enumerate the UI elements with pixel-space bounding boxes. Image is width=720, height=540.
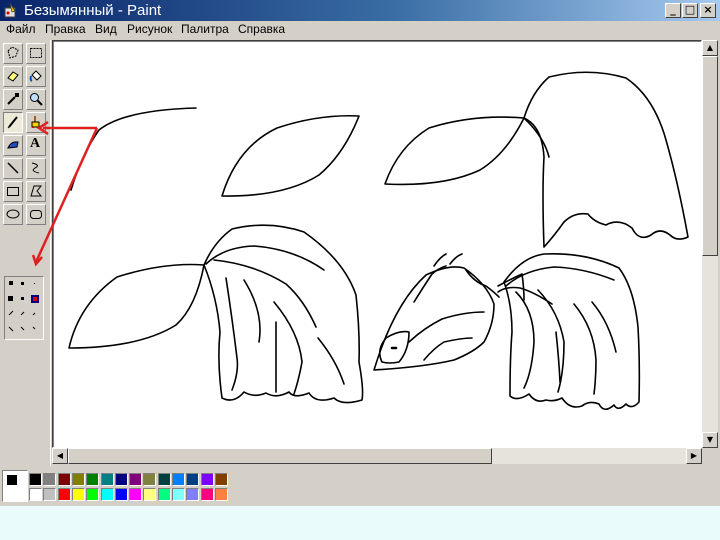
palette-swatch[interactable] [43,473,57,486]
palette-swatch[interactable] [186,488,200,501]
paint-app-icon [4,2,16,18]
palette-swatch[interactable] [214,473,228,486]
palette-swatch[interactable] [172,473,185,486]
minimize-button[interactable]: _ [665,3,681,18]
ellipse-icon [6,209,20,219]
palette-swatch[interactable] [200,473,214,486]
scroll-down-button[interactable]: ▼ [702,432,718,448]
palette-swatch[interactable] [29,473,42,486]
canvas-viewport [52,40,702,448]
palette-swatch[interactable] [71,473,85,486]
close-button[interactable]: × [700,3,716,18]
menu-image[interactable]: Рисунок [127,22,172,37]
color-palette [0,468,720,506]
scroll-left-button[interactable]: ◀ [52,448,68,464]
rectangle-icon [7,187,19,196]
palette-swatch[interactable] [157,488,171,501]
tool-free-select[interactable] [3,43,23,64]
tool-rect-select[interactable] [26,43,46,64]
palette-swatch[interactable] [29,488,42,501]
free-select-icon [7,46,19,59]
curve-icon [31,162,40,174]
palette-swatch[interactable] [157,473,171,486]
rounded-rectangle-icon [30,210,42,219]
tool-fill[interactable] [26,66,46,87]
palette-swatch[interactable] [114,488,128,501]
menu-palette[interactable]: Палитра [181,22,229,37]
tool-brush[interactable] [26,112,46,133]
brush-icon [31,116,40,128]
pencil-size-options [8,281,39,332]
primary-color [6,474,18,486]
vertical-scrollbar[interactable]: ▲ ▼ [702,40,718,448]
airbrush-icon [7,141,19,149]
magnifier-icon [30,93,43,106]
pencil-icon [7,116,18,129]
palette-swatch[interactable] [71,488,85,501]
palette-swatch[interactable] [43,488,57,501]
palette-swatch[interactable] [214,488,228,501]
maximize-button[interactable]: □ [682,3,698,18]
palette-swatch[interactable] [100,473,114,486]
palette-swatch[interactable] [57,473,71,486]
palette-swatch[interactable] [172,488,185,501]
tool-text[interactable]: A [26,135,46,156]
tool-ellipse[interactable] [3,204,23,225]
tool-eraser[interactable] [3,66,23,87]
current-colors[interactable] [2,470,28,502]
title-bar[interactable]: Безымянный - Paint _ □ × [0,0,720,21]
text-icon: A [30,136,41,151]
tool-options[interactable] [4,276,44,340]
slide-background [0,506,720,540]
tool-rounded-rectangle[interactable] [26,204,46,225]
menu-bar: Файл Правка Вид Рисунок Палитра Справка [0,21,720,39]
palette-swatch[interactable] [86,488,100,501]
palette-swatch[interactable] [129,488,143,501]
rect-select-icon [30,48,42,58]
vertical-scroll-thumb[interactable] [702,56,718,256]
menu-edit[interactable]: Правка [45,22,86,37]
palette-swatch[interactable] [143,488,157,501]
tool-line[interactable] [3,158,23,179]
tool-pencil[interactable] [3,112,23,133]
drawing-strokes [68,71,689,411]
paint-window: Безымянный - Paint _ □ × Файл Правка Вид… [0,0,720,506]
palette-swatch[interactable] [86,473,100,486]
tool-airbrush[interactable] [3,135,23,156]
horizontal-scrollbar[interactable]: ◀ ▶ [52,448,702,464]
eraser-icon [7,71,19,82]
palette-swatch[interactable] [186,473,200,486]
tool-curve[interactable] [26,158,46,179]
palette-swatch[interactable] [57,488,71,501]
tool-pick-color[interactable] [3,89,23,110]
horizontal-scroll-thumb[interactable] [68,448,492,464]
palette-swatch[interactable] [114,473,128,486]
palette-swatch[interactable] [129,473,143,486]
scroll-up-button[interactable]: ▲ [702,40,718,56]
scroll-right-button[interactable]: ▶ [686,448,702,464]
menu-help[interactable]: Справка [238,22,285,37]
polygon-icon [30,185,43,197]
menu-view[interactable]: Вид [95,22,117,37]
tool-rectangle[interactable] [3,181,23,202]
eyedropper-icon [7,93,19,105]
palette-swatch[interactable] [100,488,114,501]
toolbox: A [0,40,51,466]
line-icon [7,162,19,174]
drawing-canvas[interactable] [54,42,701,447]
tool-magnifier[interactable] [26,89,46,110]
menu-file[interactable]: Файл [6,22,36,37]
paint-bucket-icon [29,70,42,82]
window-title: Безымянный - Paint [24,2,162,19]
palette-swatch[interactable] [143,473,157,486]
tool-polygon[interactable] [26,181,46,202]
palette-swatch[interactable] [200,488,214,501]
